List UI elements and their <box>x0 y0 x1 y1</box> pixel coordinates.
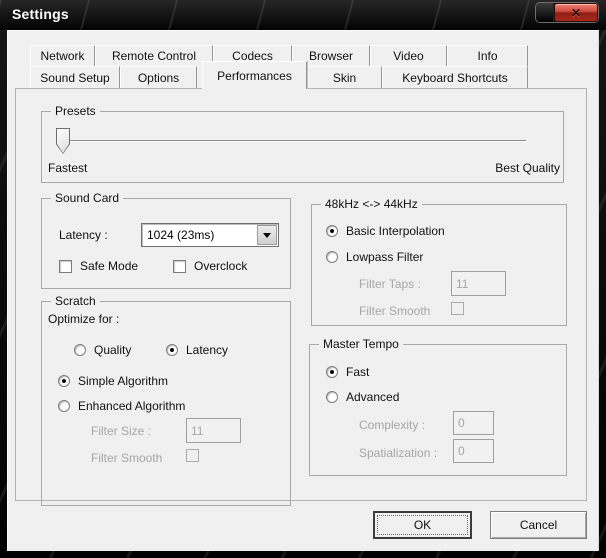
lowpass-filter-label: Lowpass Filter <box>346 250 424 264</box>
presets-min-label: Fastest <box>48 161 88 175</box>
quality-option[interactable]: Quality <box>74 343 131 357</box>
tab-label: Remote Control <box>111 49 197 63</box>
settings-window: Settings ✕ Network Remote Control Codecs… <box>0 0 606 558</box>
resample-group-title: 48kHz <-> 44kHz <box>321 197 422 211</box>
presets-max-label: Best Quality <box>495 161 560 175</box>
filter-size-field <box>186 418 241 443</box>
window-title: Settings <box>12 6 69 22</box>
filter-taps-field <box>451 271 506 296</box>
resample-filter-smooth-checkbox <box>451 302 464 315</box>
tab-label: Browser <box>308 49 353 63</box>
tab-remote-control[interactable]: Remote Control <box>95 45 213 66</box>
latency-radio[interactable] <box>166 344 178 356</box>
latency-dropdown-value: 1024 (23ms) <box>147 228 215 242</box>
tab-options[interactable]: Options <box>120 66 197 88</box>
advanced-radio[interactable] <box>326 391 338 403</box>
enhanced-algorithm-radio[interactable] <box>58 400 70 412</box>
simple-algorithm-radio[interactable] <box>58 375 70 387</box>
lowpass-filter-option[interactable]: Lowpass Filter <box>326 250 423 264</box>
complexity-field <box>453 411 494 435</box>
enhanced-algorithm-label: Enhanced Algorithm <box>78 399 186 413</box>
simple-algorithm-label: Simple Algorithm <box>78 374 169 388</box>
advanced-option[interactable]: Advanced <box>326 390 399 404</box>
master-tempo-group: Master Tempo <box>309 337 567 476</box>
tab-label: Info <box>477 49 498 63</box>
close-button-group: ✕ <box>535 2 599 23</box>
tab-sound-setup[interactable]: Sound Setup <box>30 66 120 88</box>
basic-interpolation-option[interactable]: Basic Interpolation <box>326 224 445 238</box>
fast-radio[interactable] <box>326 366 338 378</box>
spatialization-label: Spatialization : <box>359 446 438 460</box>
latency-option[interactable]: Latency <box>166 343 228 357</box>
enhanced-algorithm-option[interactable]: Enhanced Algorithm <box>58 399 185 413</box>
focus-ring <box>377 515 468 535</box>
safe-mode-option[interactable]: Safe Mode <box>59 259 138 273</box>
overclock-label: Overclock <box>194 259 248 273</box>
sound-card-group-title: Sound Card <box>51 191 124 205</box>
chevron-down-icon <box>263 232 271 238</box>
resample-filter-smooth-label: Filter Smooth <box>359 304 431 318</box>
tab-label: Skin <box>332 70 357 85</box>
filter-taps-label: Filter Taps : <box>359 277 421 291</box>
slider-thumb-face <box>57 129 69 153</box>
optimize-for-label: Optimize for : <box>48 312 120 326</box>
performances-pane: Presets Fastest Best Quality Sound Card … <box>15 88 587 506</box>
presets-slider-thumb[interactable] <box>56 128 70 154</box>
simple-algorithm-option[interactable]: Simple Algorithm <box>58 374 168 388</box>
tab-keyboard-shortcuts[interactable]: Keyboard Shortcuts <box>382 66 528 88</box>
basic-interpolation-radio[interactable] <box>326 225 338 237</box>
overclock-checkbox[interactable] <box>173 259 186 273</box>
fast-option[interactable]: Fast <box>326 365 369 379</box>
master-tempo-group-title: Master Tempo <box>319 337 403 351</box>
cancel-button[interactable]: Cancel <box>490 511 587 539</box>
tab-row-2: Sound Setup Options Performances Skin Ke… <box>30 61 528 89</box>
basic-interpolation-label: Basic Interpolation <box>346 224 445 238</box>
titlebar-notch <box>536 3 554 22</box>
latency-dropdown[interactable]: 1024 (23ms) <box>141 223 279 247</box>
resample-group: 48kHz <-> 44kHz <box>311 197 567 326</box>
fast-label: Fast <box>346 365 370 379</box>
close-icon: ✕ <box>570 5 582 20</box>
quality-radio[interactable] <box>74 344 86 356</box>
presets-group: Presets <box>41 104 564 183</box>
latency-dropdown-button[interactable] <box>257 225 277 245</box>
presets-slider-track[interactable] <box>63 140 526 142</box>
presets-group-title: Presets <box>51 104 100 118</box>
tab-label: Performances <box>217 68 292 83</box>
tab-network[interactable]: Network <box>30 45 95 66</box>
dialog-body: Network Remote Control Codecs Browser Vi… <box>7 30 599 551</box>
close-button[interactable]: ✕ <box>554 3 598 22</box>
cancel-button-label: Cancel <box>519 518 558 532</box>
quality-label: Quality <box>94 343 132 357</box>
spatialization-field <box>453 439 494 463</box>
filter-size-label: Filter Size : <box>91 424 152 438</box>
scratch-filter-smooth-checkbox <box>186 449 199 462</box>
tab-performances[interactable]: Performances <box>202 61 307 89</box>
ok-button[interactable]: OK <box>373 511 472 539</box>
latency-label: Latency : <box>59 228 108 242</box>
safe-mode-checkbox[interactable] <box>59 259 72 273</box>
tab-video[interactable]: Video <box>370 45 447 66</box>
tab-label: Options <box>137 70 180 85</box>
scratch-group-title: Scratch <box>51 294 100 308</box>
tab-skin[interactable]: Skin <box>307 66 382 88</box>
tab-label: Video <box>393 49 424 63</box>
lowpass-filter-radio[interactable] <box>326 251 338 263</box>
overclock-option[interactable]: Overclock <box>173 259 247 273</box>
tab-label: Network <box>40 49 85 63</box>
tab-info[interactable]: Info <box>447 45 528 66</box>
advanced-label: Advanced <box>346 390 400 404</box>
latency-option-label: Latency <box>186 343 229 357</box>
tab-label: Keyboard Shortcuts <box>402 70 508 85</box>
complexity-label: Complexity : <box>359 418 426 432</box>
safe-mode-label: Safe Mode <box>80 259 139 273</box>
titlebar: Settings ✕ <box>0 0 606 30</box>
scratch-filter-smooth-label: Filter Smooth <box>91 451 163 465</box>
tab-label: Sound Setup <box>40 70 110 85</box>
